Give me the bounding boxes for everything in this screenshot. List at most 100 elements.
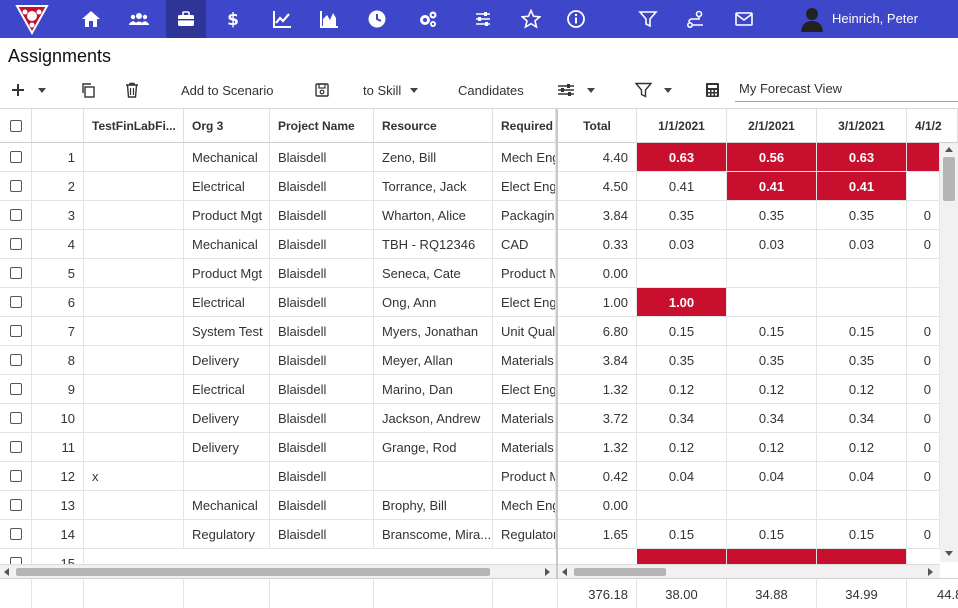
column-header-project-name[interactable]: Project Name bbox=[270, 109, 374, 143]
sliders-icon[interactable] bbox=[463, 0, 503, 38]
scroll-left-icon[interactable] bbox=[562, 568, 567, 576]
column-header-total[interactable]: Total bbox=[558, 109, 637, 143]
row-checkbox-cell[interactable] bbox=[0, 259, 32, 287]
copy-button[interactable] bbox=[80, 78, 96, 102]
row-checkbox-cell[interactable] bbox=[0, 462, 32, 490]
cell-month-3[interactable] bbox=[817, 491, 907, 519]
row-checkbox[interactable] bbox=[9, 470, 22, 482]
candidates-button[interactable]: Candidates bbox=[458, 78, 524, 102]
cell-testfinlab[interactable] bbox=[84, 317, 184, 345]
row-checkbox[interactable] bbox=[9, 209, 22, 221]
dollar-icon[interactable]: $ bbox=[213, 0, 253, 38]
row-number[interactable]: 3 bbox=[32, 201, 84, 229]
select-all-checkbox[interactable] bbox=[9, 119, 22, 132]
cell-month-1[interactable]: 0.35 bbox=[637, 346, 727, 374]
cell-month-2[interactable]: 0.35 bbox=[727, 201, 817, 229]
cell-month-4[interactable] bbox=[907, 259, 940, 287]
to-skill-dropdown[interactable]: to Skill bbox=[363, 78, 419, 102]
cell-resource[interactable]: Meyer, Allan bbox=[374, 346, 493, 374]
table-row[interactable]: 4 Mechanical Blaisdell TBH - RQ12346 CAD 0.33… bbox=[0, 230, 958, 259]
cell-project-name[interactable]: Blaisdell bbox=[270, 462, 374, 490]
cell-month-1[interactable]: 0.35 bbox=[637, 201, 727, 229]
cell-org3[interactable]: Delivery bbox=[184, 433, 270, 461]
row-number[interactable]: 14 bbox=[32, 520, 84, 548]
row-checkbox-cell[interactable] bbox=[0, 288, 32, 316]
row-checkbox[interactable] bbox=[9, 151, 22, 163]
cell-project-name[interactable]: Blaisdell bbox=[270, 375, 374, 403]
vertical-scrollbar[interactable] bbox=[940, 143, 958, 562]
clock-icon[interactable] bbox=[357, 0, 397, 38]
cell-total[interactable]: 0.00 bbox=[558, 259, 637, 287]
cell-resource[interactable]: Grange, Rod bbox=[374, 433, 493, 461]
cell-month-3[interactable]: 0.03 bbox=[817, 230, 907, 258]
cell-month-1[interactable]: 0.12 bbox=[637, 433, 727, 461]
cell-total[interactable]: 3.72 bbox=[558, 404, 637, 432]
cell-required-skill[interactable]: Elect Eng bbox=[493, 375, 556, 403]
cell-month-4[interactable] bbox=[907, 491, 940, 519]
cell-project-name[interactable]: Blaisdell bbox=[270, 259, 374, 287]
cell-project-name[interactable]: Blaisdell bbox=[270, 520, 374, 548]
cell-testfinlab[interactable] bbox=[84, 433, 184, 461]
table-row[interactable]: 10 Delivery Blaisdell Jackson, Andrew Materi… bbox=[0, 404, 958, 433]
cell-project-name[interactable]: Blaisdell bbox=[270, 201, 374, 229]
cell-month-3[interactable]: 0.04 bbox=[817, 462, 907, 490]
row-checkbox[interactable] bbox=[9, 499, 22, 511]
cell-month-1[interactable] bbox=[637, 491, 727, 519]
cell-required-skill[interactable]: Product M bbox=[493, 259, 556, 287]
row-checkbox[interactable] bbox=[9, 180, 22, 192]
cell-month-2[interactable]: 0.15 bbox=[727, 520, 817, 548]
row-checkbox-cell[interactable] bbox=[0, 491, 32, 519]
row-number[interactable]: 10 bbox=[32, 404, 84, 432]
cell-month-3[interactable]: 0.12 bbox=[817, 375, 907, 403]
cell-resource[interactable]: Branscome, Mira... bbox=[374, 520, 493, 548]
cell-month-4[interactable]: 0 bbox=[907, 404, 940, 432]
cell-resource[interactable]: Zeno, Bill bbox=[374, 143, 493, 171]
cell-month-2[interactable]: 0.41 bbox=[727, 172, 817, 200]
row-checkbox-cell[interactable] bbox=[0, 346, 32, 374]
cell-org3[interactable]: Product Mgt bbox=[184, 201, 270, 229]
cell-month-1[interactable]: 0.15 bbox=[637, 520, 727, 548]
select-all-header[interactable] bbox=[0, 109, 32, 143]
cell-month-2[interactable]: 0.15 bbox=[727, 317, 817, 345]
cell-project-name[interactable]: Blaisdell bbox=[270, 404, 374, 432]
row-number[interactable]: 13 bbox=[32, 491, 84, 519]
cell-testfinlab[interactable] bbox=[84, 491, 184, 519]
area-chart-icon[interactable] bbox=[309, 0, 349, 38]
column-header-testfinlab[interactable]: TestFinLabFi... bbox=[84, 109, 184, 143]
cell-testfinlab[interactable] bbox=[84, 404, 184, 432]
row-checkbox-cell[interactable] bbox=[0, 172, 32, 200]
cell-total[interactable]: 3.84 bbox=[558, 201, 637, 229]
row-checkbox-cell[interactable] bbox=[0, 201, 32, 229]
cell-testfinlab[interactable] bbox=[84, 520, 184, 548]
row-number[interactable]: 7 bbox=[32, 317, 84, 345]
cell-org3[interactable] bbox=[184, 462, 270, 490]
cell-month-4[interactable]: 0 bbox=[907, 201, 940, 229]
gears-icon[interactable] bbox=[408, 0, 448, 38]
row-number[interactable]: 9 bbox=[32, 375, 84, 403]
table-row[interactable]: 8 Delivery Blaisdell Meyer, Allan Materials 3… bbox=[0, 346, 958, 375]
row-checkbox[interactable] bbox=[9, 238, 22, 250]
cell-required-skill[interactable]: Mech Eng bbox=[493, 491, 556, 519]
cell-month-3[interactable]: 0.63 bbox=[817, 143, 907, 171]
column-header-month-1[interactable]: 1/1/2021 bbox=[637, 109, 727, 143]
cell-total[interactable]: 1.32 bbox=[558, 433, 637, 461]
cell-org3[interactable]: Delivery bbox=[184, 404, 270, 432]
cell-total[interactable]: 0.42 bbox=[558, 462, 637, 490]
column-header-month-3[interactable]: 3/1/2021 bbox=[817, 109, 907, 143]
cell-month-4[interactable]: 0 bbox=[907, 317, 940, 345]
column-header-month-2[interactable]: 2/1/2021 bbox=[727, 109, 817, 143]
cell-resource[interactable] bbox=[374, 462, 493, 490]
save-button[interactable] bbox=[314, 78, 330, 102]
cell-project-name[interactable]: Blaisdell bbox=[270, 230, 374, 258]
cell-required-skill[interactable]: Materials bbox=[493, 346, 556, 374]
row-checkbox[interactable] bbox=[9, 354, 22, 366]
cell-org3[interactable]: Mechanical bbox=[184, 491, 270, 519]
app-logo[interactable] bbox=[14, 3, 50, 35]
cell-resource[interactable]: Wharton, Alice bbox=[374, 201, 493, 229]
row-number[interactable]: 8 bbox=[32, 346, 84, 374]
cell-project-name[interactable]: Blaisdell bbox=[270, 317, 374, 345]
table-row[interactable]: 12 x Blaisdell Product M 0.42 0.04 0.04 0.04 0 bbox=[0, 462, 958, 491]
cell-org3[interactable]: Electrical bbox=[184, 288, 270, 316]
row-checkbox[interactable] bbox=[9, 325, 22, 337]
table-row[interactable]: 9 Electrical Blaisdell Marino, Dan Elect Eng… bbox=[0, 375, 958, 404]
